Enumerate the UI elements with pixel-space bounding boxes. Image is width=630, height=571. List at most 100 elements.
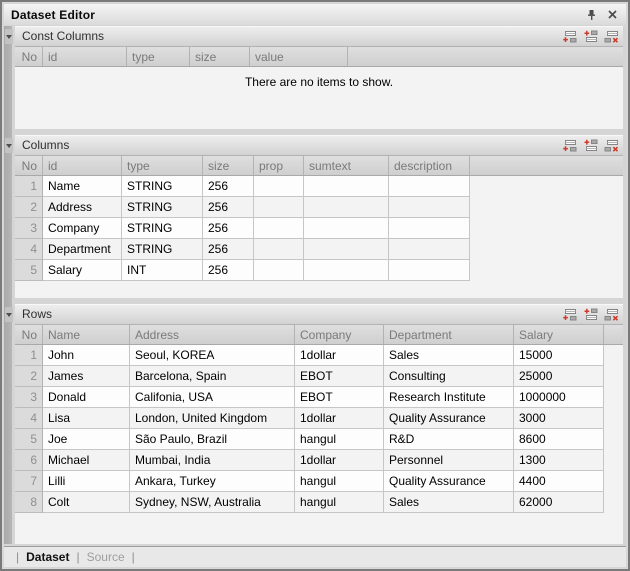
- column-header-id[interactable]: id: [43, 47, 127, 66]
- table-row[interactable]: 8ColtSydney, NSW, AustraliahangulSales62…: [15, 492, 604, 513]
- column-header-size[interactable]: size: [203, 156, 254, 175]
- cell[interactable]: Donald: [43, 387, 130, 408]
- cell[interactable]: Company: [43, 218, 122, 239]
- cell[interactable]: hangul: [295, 471, 384, 492]
- row-number-cell[interactable]: 5: [15, 429, 43, 450]
- cell[interactable]: London, United Kingdom: [130, 408, 295, 429]
- cell[interactable]: Joe: [43, 429, 130, 450]
- column-header-description[interactable]: description: [389, 156, 470, 175]
- table-row[interactable]: 2JamesBarcelona, SpainEBOTConsulting2500…: [15, 366, 604, 387]
- cell[interactable]: John: [43, 345, 130, 366]
- cell[interactable]: [389, 260, 470, 281]
- cell[interactable]: [254, 176, 304, 197]
- cell[interactable]: 1dollar: [295, 345, 384, 366]
- cell[interactable]: 25000: [514, 366, 604, 387]
- cell[interactable]: 8600: [514, 429, 604, 450]
- cell[interactable]: Sales: [384, 492, 514, 513]
- cell[interactable]: Research Institute: [384, 387, 514, 408]
- cell[interactable]: 1000000: [514, 387, 604, 408]
- cell[interactable]: Califonia, USA: [130, 387, 295, 408]
- column-header-size[interactable]: size: [190, 47, 250, 66]
- pin-icon[interactable]: [584, 8, 598, 22]
- cell[interactable]: [389, 176, 470, 197]
- cell[interactable]: Barcelona, Spain: [130, 366, 295, 387]
- insert-row-icon[interactable]: [582, 29, 599, 44]
- cell[interactable]: 1300: [514, 450, 604, 471]
- cell[interactable]: Name: [43, 176, 122, 197]
- column-header-salary[interactable]: Salary: [514, 325, 604, 344]
- close-icon[interactable]: [605, 8, 619, 22]
- cell[interactable]: Seoul, KOREA: [130, 345, 295, 366]
- column-header-name[interactable]: Name: [43, 325, 130, 344]
- table-row[interactable]: 3DonaldCalifonia, USAEBOTResearch Instit…: [15, 387, 604, 408]
- cell[interactable]: [304, 260, 389, 281]
- table-row[interactable]: 2AddressSTRING256: [15, 197, 470, 218]
- cell[interactable]: [389, 218, 470, 239]
- cell[interactable]: São Paulo, Brazil: [130, 429, 295, 450]
- cell[interactable]: Mumbai, India: [130, 450, 295, 471]
- delete-row-icon[interactable]: [603, 138, 620, 153]
- cell[interactable]: [389, 239, 470, 260]
- cell[interactable]: Salary: [43, 260, 122, 281]
- column-header-department[interactable]: Department: [384, 325, 514, 344]
- cell[interactable]: INT: [122, 260, 203, 281]
- cell[interactable]: Michael: [43, 450, 130, 471]
- add-row-icon[interactable]: [561, 29, 578, 44]
- column-header-type[interactable]: type: [122, 156, 203, 175]
- cell[interactable]: 62000: [514, 492, 604, 513]
- row-number-cell[interactable]: 3: [15, 387, 43, 408]
- cell[interactable]: 1dollar: [295, 450, 384, 471]
- row-number-cell[interactable]: 4: [15, 408, 43, 429]
- cell[interactable]: Ankara, Turkey: [130, 471, 295, 492]
- cell[interactable]: Sales: [384, 345, 514, 366]
- table-row[interactable]: 1JohnSeoul, KOREA1dollarSales15000: [15, 345, 604, 366]
- row-number-cell[interactable]: 2: [15, 366, 43, 387]
- row-number-cell[interactable]: 2: [15, 197, 43, 218]
- cell[interactable]: R&D: [384, 429, 514, 450]
- cell[interactable]: STRING: [122, 176, 203, 197]
- table-row[interactable]: 5SalaryINT256: [15, 260, 470, 281]
- column-header-no[interactable]: No: [15, 325, 43, 344]
- add-row-icon[interactable]: [561, 307, 578, 322]
- cell[interactable]: 3000: [514, 408, 604, 429]
- cell[interactable]: Quality Assurance: [384, 408, 514, 429]
- row-number-cell[interactable]: 5: [15, 260, 43, 281]
- cell[interactable]: 256: [203, 176, 254, 197]
- column-header-sumtext[interactable]: sumtext: [304, 156, 389, 175]
- column-header-no[interactable]: No: [15, 47, 43, 66]
- cell[interactable]: 1dollar: [295, 408, 384, 429]
- delete-row-icon[interactable]: [603, 307, 620, 322]
- cell[interactable]: [254, 260, 304, 281]
- cell[interactable]: 256: [203, 239, 254, 260]
- insert-row-icon[interactable]: [582, 138, 599, 153]
- cell[interactable]: Department: [43, 239, 122, 260]
- column-header-id[interactable]: id: [43, 156, 122, 175]
- column-header-value[interactable]: value: [250, 47, 348, 66]
- cell[interactable]: James: [43, 366, 130, 387]
- column-header-company[interactable]: Company: [295, 325, 384, 344]
- cell[interactable]: [304, 197, 389, 218]
- collapse-columns-button[interactable]: [5, 138, 13, 153]
- cell[interactable]: 256: [203, 260, 254, 281]
- table-row[interactable]: 3CompanySTRING256: [15, 218, 470, 239]
- row-number-cell[interactable]: 3: [15, 218, 43, 239]
- cell[interactable]: 256: [203, 218, 254, 239]
- column-header-type[interactable]: type: [127, 47, 190, 66]
- table-row[interactable]: 1NameSTRING256: [15, 176, 470, 197]
- cell[interactable]: [254, 239, 304, 260]
- row-number-cell[interactable]: 8: [15, 492, 43, 513]
- cell[interactable]: STRING: [122, 197, 203, 218]
- cell[interactable]: Colt: [43, 492, 130, 513]
- cell[interactable]: Lisa: [43, 408, 130, 429]
- collapse-const-columns-button[interactable]: [5, 29, 13, 44]
- cell[interactable]: [389, 197, 470, 218]
- row-number-cell[interactable]: 1: [15, 345, 43, 366]
- row-number-cell[interactable]: 4: [15, 239, 43, 260]
- cell[interactable]: 256: [203, 197, 254, 218]
- table-row[interactable]: 4DepartmentSTRING256: [15, 239, 470, 260]
- table-row[interactable]: 6MichaelMumbai, India1dollarPersonnel130…: [15, 450, 604, 471]
- cell[interactable]: 15000: [514, 345, 604, 366]
- tab-source[interactable]: Source: [87, 550, 125, 564]
- cell[interactable]: Quality Assurance: [384, 471, 514, 492]
- cell[interactable]: [304, 239, 389, 260]
